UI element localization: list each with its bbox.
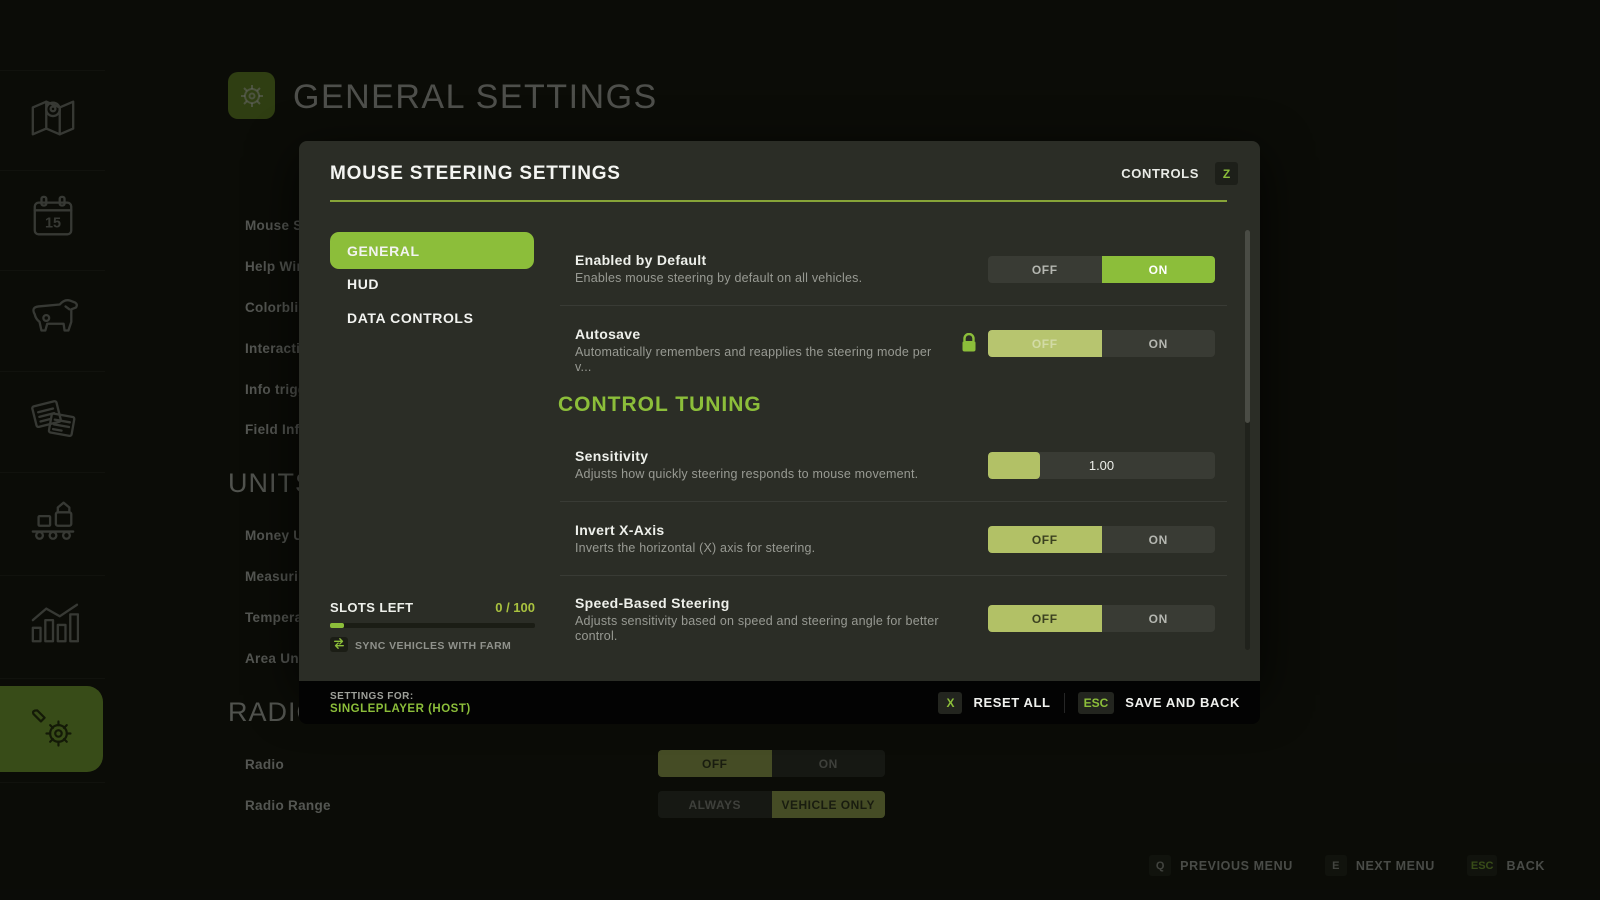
tab-general[interactable]: GENERAL [330, 232, 534, 269]
save-and-back-label: SAVE AND BACK [1125, 695, 1240, 710]
reset-all-label: RESET ALL [973, 695, 1050, 710]
slots-progress-fill [330, 623, 344, 628]
sensitivity-value: 1.00 [988, 452, 1215, 479]
settings-for-block: SETTINGS FOR: SINGLEPLAYER (HOST) [330, 691, 471, 715]
enabled-off-button[interactable]: OFF [988, 256, 1102, 283]
header-divider [330, 200, 1227, 202]
speed-based-toggle: OFF ON [988, 605, 1215, 632]
dialog-footer: SETTINGS FOR: SINGLEPLAYER (HOST) X RESE… [299, 681, 1260, 724]
setting-invert-x-name: Invert X-Axis [575, 522, 665, 538]
settings-for-value: SINGLEPLAYER (HOST) [330, 703, 471, 715]
slots-progress-bar [330, 623, 535, 628]
slots-left-value: 0 / 100 [330, 600, 535, 615]
controls-label: CONTROLS [1121, 166, 1199, 181]
setting-autosave-desc: Automatically remembers and reapplies th… [575, 345, 940, 374]
tab-data-controls[interactable]: DATA CONTROLS [330, 310, 534, 326]
invert-x-toggle: OFF ON [988, 526, 1215, 553]
app-root: 15 [0, 0, 1600, 900]
sync-vehicles-label: SYNC VEHICLES WITH FARM [355, 640, 511, 652]
settings-for-label: SETTINGS FOR: [330, 691, 471, 702]
tab-hud[interactable]: HUD [330, 276, 534, 292]
speed-based-off-button[interactable]: OFF [988, 605, 1102, 632]
invert-x-off-button[interactable]: OFF [988, 526, 1102, 553]
setting-sensitivity-name: Sensitivity [575, 448, 648, 464]
invert-x-on-button[interactable]: ON [1102, 526, 1216, 553]
sync-arrows-icon [333, 636, 345, 654]
controls-shortcut[interactable]: CONTROLS Z [1121, 162, 1238, 185]
dialog-scrollbar[interactable] [1245, 230, 1250, 650]
setting-speed-based-name: Speed-Based Steering [575, 595, 730, 611]
sync-vehicles-badge[interactable] [330, 637, 348, 652]
setting-sensitivity-desc: Adjusts how quickly steering responds to… [575, 467, 918, 482]
lock-icon [961, 333, 977, 358]
row-divider [560, 575, 1227, 576]
autosave-on-button[interactable]: ON [1102, 330, 1216, 357]
control-tuning-header: CONTROL TUNING [558, 393, 762, 417]
setting-autosave-name: Autosave [575, 326, 640, 342]
enabled-on-button[interactable]: ON [1102, 256, 1216, 283]
setting-invert-x-desc: Inverts the horizontal (X) axis for stee… [575, 541, 815, 556]
enabled-toggle: OFF ON [988, 256, 1215, 283]
dialog-scrollbar-thumb[interactable] [1245, 230, 1250, 423]
reset-all-button[interactable]: X RESET ALL [938, 692, 1050, 714]
row-divider [560, 305, 1227, 306]
sensitivity-slider[interactable]: 1.00 [988, 452, 1215, 479]
autosave-toggle: OFF ON [988, 330, 1215, 357]
footer-separator [1064, 693, 1065, 713]
mouse-steering-settings-dialog: MOUSE STEERING SETTINGS CONTROLS Z GENER… [299, 141, 1260, 681]
save-and-back-button[interactable]: ESC SAVE AND BACK [1078, 692, 1240, 714]
setting-enabled-name: Enabled by Default [575, 252, 706, 268]
row-divider [560, 501, 1227, 502]
speed-based-on-button[interactable]: ON [1102, 605, 1216, 632]
reset-all-keycap-x: X [938, 692, 962, 714]
autosave-off-button[interactable]: OFF [988, 330, 1102, 357]
save-keycap-esc: ESC [1078, 692, 1115, 714]
setting-enabled-desc: Enables mouse steering by default on all… [575, 271, 862, 286]
setting-speed-based-desc: Adjusts sensitivity based on speed and s… [575, 614, 940, 643]
dialog-title: MOUSE STEERING SETTINGS [330, 163, 621, 185]
controls-keycap-z: Z [1215, 162, 1238, 185]
